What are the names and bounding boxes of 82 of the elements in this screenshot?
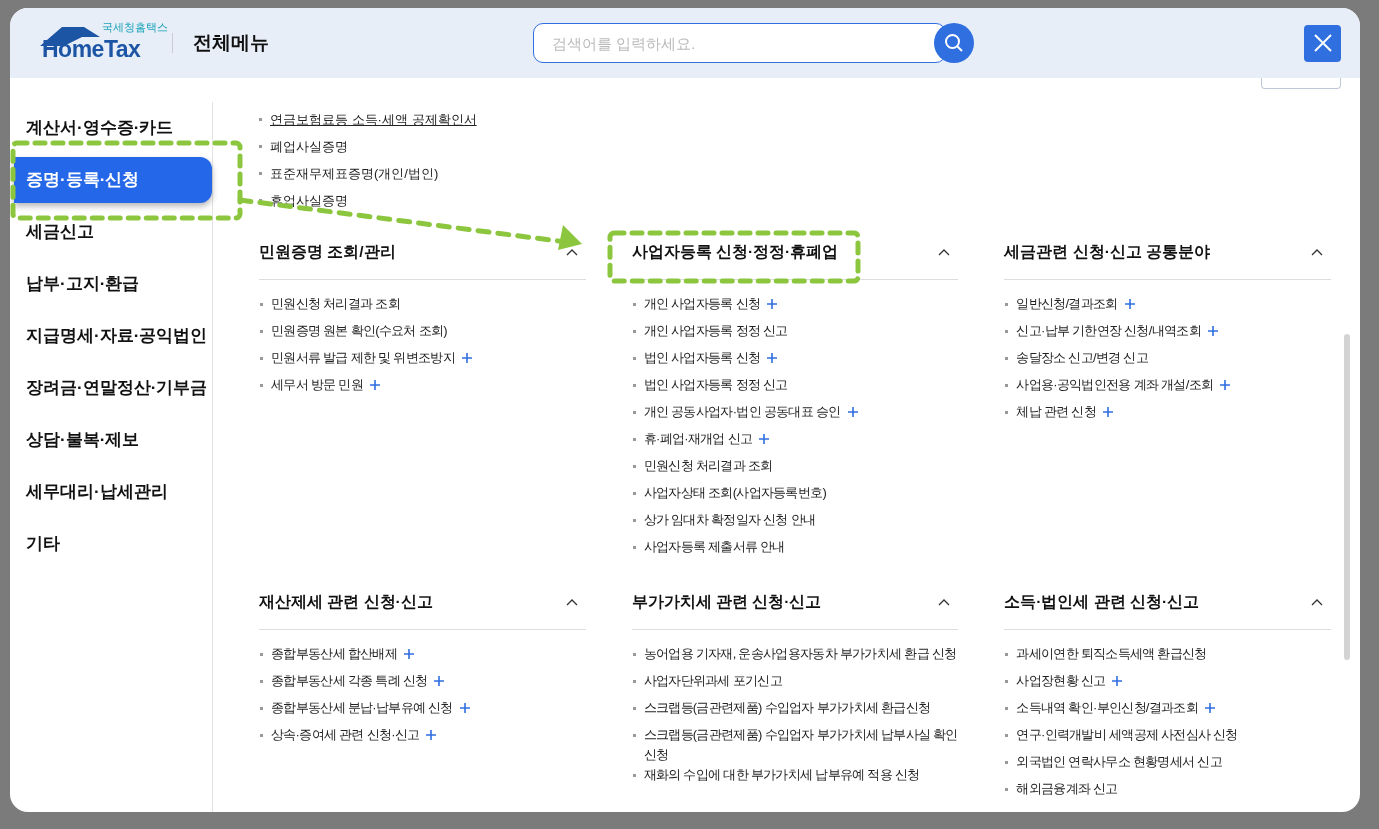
menu-link[interactable]: 사업자단위과세 포기신고 [643, 671, 782, 691]
menu-link[interactable]: 종합부동산세 합산배제 [271, 644, 397, 664]
search-icon [944, 33, 964, 53]
menu-link[interactable]: 민원신청 처리결과 조회 [271, 294, 400, 314]
menu-link[interactable]: 스크랩등(금관련제품) 수입업자 부가가치세 환급신청 [643, 698, 931, 718]
search-field[interactable]: 검색어를 입력하세요. [533, 23, 946, 63]
chevron-up-icon[interactable] [1311, 247, 1323, 256]
logo-caption: 국세청홈택스 [102, 20, 168, 35]
plus-icon[interactable] [767, 299, 778, 309]
menu-link[interactable]: 민원서류 발급 제한 및 위변조방지 [271, 348, 455, 368]
menu-link[interactable]: 민원증명 원본 확인(수요처 조회) [271, 321, 447, 341]
section-title: 민원증명 조회/관리 [259, 241, 396, 262]
sidebar-item[interactable]: 세금신고 [10, 209, 212, 255]
menu-link[interactable]: 개인 사업자등록 신청 [643, 294, 761, 314]
plus-icon[interactable] [1124, 299, 1135, 309]
plus-icon[interactable] [759, 434, 770, 444]
plus-icon[interactable] [847, 407, 858, 417]
plus-icon[interactable] [459, 703, 470, 713]
plus-icon[interactable] [369, 380, 380, 390]
menu-link[interactable]: 스크랩등(금관련제품) 수입업자 부가가치세 납부사실 확인신청 [643, 725, 959, 765]
menu-link[interactable]: 일반신청/결과조회 [1016, 294, 1118, 314]
menu-link[interactable]: 상가 임대차 확정일자 신청 안내 [643, 510, 816, 530]
menu-link[interactable]: 상속·증여세 관련 신청·신고 [271, 725, 420, 745]
menu-link[interactable]: 종합부동산세 각종 특례 신청 [271, 671, 428, 691]
menu-link[interactable]: 법인 사업자등록 정정 신고 [643, 375, 788, 395]
section-title: 부가가치세 관련 신청·신고 [631, 591, 822, 612]
menu-link[interactable]: 재화의 수입에 대한 부가가치세 납부유예 적용 신청 [643, 765, 920, 785]
menu-link[interactable]: 과세이연한 퇴직소득세액 환급신청 [1016, 644, 1207, 664]
menu-link[interactable]: 사업용·공익법인전용 계좌 개설/조회 [1016, 375, 1214, 395]
close-button[interactable] [1304, 24, 1341, 62]
chevron-up-icon[interactable] [565, 597, 578, 606]
menu-link[interactable]: 개인 사업자등록 정정 신고 [643, 321, 788, 341]
sidebar-item[interactable]: 납부·고지·환급 [10, 261, 212, 307]
menu-link[interactable]: 연구·인력개발비 세액공제 사전심사 신청 [1016, 725, 1238, 745]
plus-icon[interactable] [1205, 703, 1215, 713]
chevron-up-icon[interactable] [1311, 597, 1323, 606]
menu-link[interactable]: 표준재무제표증명(개인/법인) [270, 163, 439, 184]
scrollbar-thumb[interactable] [1344, 334, 1350, 660]
menu-link[interactable]: 송달장소 신고/변경 신고 [1016, 348, 1149, 368]
plus-icon[interactable] [461, 353, 472, 363]
plus-icon[interactable] [403, 649, 414, 659]
plus-icon[interactable] [434, 676, 445, 686]
sidebar-item[interactable]: 계산서·영수증·카드 [10, 105, 212, 151]
menu-link[interactable]: 휴업사실증명 [270, 190, 348, 211]
chevron-up-icon[interactable] [938, 247, 951, 256]
menu-link[interactable]: 체납 관련 신청 [1016, 402, 1096, 422]
plus-icon[interactable] [1112, 676, 1123, 686]
menu-link[interactable]: 농어업용 기자재, 운송사업용자동차 부가가치세 환급 신청 [643, 644, 957, 664]
menu-link[interactable]: 휴·폐업·재개업 신고 [643, 429, 753, 449]
plus-icon[interactable] [1207, 326, 1218, 336]
menu-link[interactable]: 종합부동산세 분납·납부유예 신청 [271, 698, 453, 718]
section-title: 소득·법인세 관련 신청·신고 [1004, 591, 1200, 612]
close-icon [1313, 34, 1332, 52]
sidebar-item[interactable]: 지급명세·자료·공익법인 [10, 313, 212, 359]
plus-icon[interactable] [426, 730, 437, 740]
plus-icon[interactable] [1102, 407, 1113, 417]
menu-link[interactable]: 사업장현황 신고 [1016, 671, 1106, 691]
sidebar-item[interactable]: 기타 [10, 521, 212, 567]
section-title: 사업자등록 신청·정정·휴폐업 [631, 241, 839, 262]
menu-link[interactable]: 사업자상태 조회(사업자등록번호) [643, 483, 827, 503]
section-title: 재산제세 관련 신청·신고 [259, 591, 433, 612]
sidebar-item[interactable]: 세무대리·납세관리 [10, 469, 212, 515]
plus-icon[interactable] [767, 353, 778, 363]
menu-link[interactable]: 해외금융계좌 신고 [1016, 779, 1118, 799]
sidebar-item[interactable]: 장려금·연말정산·기부금 [10, 365, 212, 411]
menu-link[interactable]: 신고·납부 기한연장 신청/내역조회 [1016, 321, 1201, 341]
menu-link[interactable]: 법인 사업자등록 신청 [643, 348, 761, 368]
menu-link[interactable]: 개인 공동사업자·법인 공동대표 승인 [643, 402, 841, 422]
menu-link[interactable]: 외국법인 연락사무소 현황명세서 신고 [1016, 752, 1222, 772]
menu-link[interactable]: 민원신청 처리결과 조회 [643, 456, 773, 476]
menu-link[interactable]: 세무서 방문 민원 [271, 375, 363, 395]
menu-link[interactable]: 폐업사실증명 [270, 136, 348, 157]
dialog-title: 전체메뉴 [193, 30, 269, 55]
plus-icon[interactable] [1220, 380, 1231, 390]
sidebar-item[interactable]: 상담·불복·제보 [10, 417, 212, 463]
menu-link[interactable]: 연금보험료등 소득·세액 공제확인서 [270, 109, 477, 130]
section-title: 세금관련 신청·신고 공통분야 [1004, 241, 1211, 262]
chevron-up-icon[interactable] [938, 597, 951, 606]
menu-link[interactable]: 사업자등록 제출서류 안내 [643, 537, 785, 557]
sidebar-item[interactable]: 증명·등록·신청 [14, 157, 212, 203]
menu-link[interactable]: 소득내역 확인·부인신청/결과조회 [1016, 698, 1198, 718]
chevron-up-icon[interactable] [565, 247, 578, 256]
